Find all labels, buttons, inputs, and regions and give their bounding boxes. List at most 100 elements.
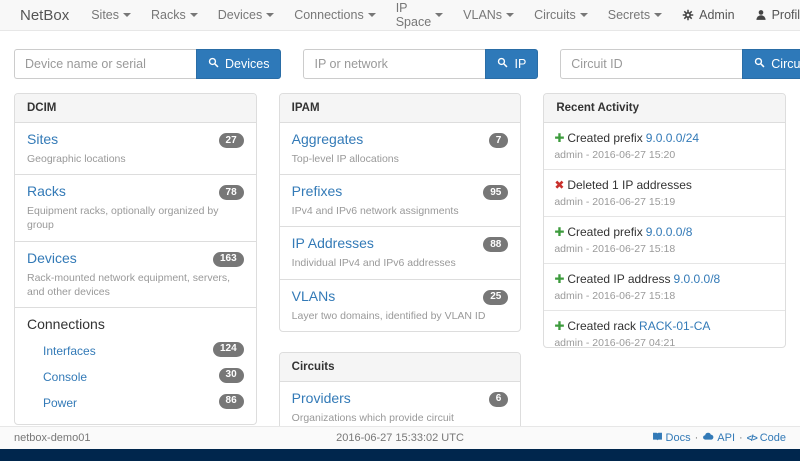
activity-action: Created rack bbox=[567, 319, 636, 333]
plus-icon: ✚ bbox=[554, 131, 567, 145]
top-navbar: NetBox Sites Racks Devices Connections I… bbox=[0, 0, 800, 31]
nav-item-vlans[interactable]: VLANs bbox=[453, 0, 524, 30]
docs-link[interactable]: Docs bbox=[652, 431, 691, 445]
prefixes-link[interactable]: Prefixes bbox=[292, 183, 343, 199]
nav-item-devices[interactable]: Devices bbox=[208, 0, 284, 30]
plus-icon: ✚ bbox=[554, 225, 567, 239]
nav-item-label: Connections bbox=[294, 8, 364, 22]
code-link[interactable]: </> Code bbox=[747, 432, 786, 444]
activity-object-link[interactable]: RACK-01-CA bbox=[639, 319, 710, 333]
nav-user-menu: Admin Profile Log out bbox=[672, 0, 800, 30]
api-label: API bbox=[717, 432, 735, 444]
column-middle: IPAM 7 Aggregates Top-level IP allocatio… bbox=[279, 93, 522, 461]
count-badge: 163 bbox=[213, 252, 244, 267]
device-search-group: Devices bbox=[14, 49, 281, 79]
panel-title: Circuits bbox=[280, 353, 521, 382]
circuit-search-input[interactable] bbox=[560, 49, 742, 79]
device-search-input[interactable] bbox=[14, 49, 196, 79]
vlans-link[interactable]: VLANs bbox=[292, 288, 336, 304]
devices-link[interactable]: Devices bbox=[27, 250, 77, 266]
activity-action: Created prefix bbox=[567, 131, 642, 145]
recent-activity-panel: Recent Activity ✚Created prefix9.0.0.0/2… bbox=[543, 93, 786, 348]
list-item[interactable]: 27 Sites Geographic locations bbox=[15, 123, 256, 175]
activity-item: ✖Deleted 1 IP addresses admin - 2016-06-… bbox=[544, 170, 785, 217]
delete-icon: ✖ bbox=[554, 178, 567, 192]
footer-links: Docs · API · </> Code bbox=[652, 431, 786, 445]
connections-label: Connections bbox=[27, 316, 244, 332]
admin-link[interactable]: Admin bbox=[672, 0, 744, 30]
ip-search-input[interactable] bbox=[303, 49, 485, 79]
api-link[interactable]: API bbox=[702, 431, 735, 445]
count-badge: 25 bbox=[483, 290, 508, 305]
ip-addresses-link[interactable]: IP Addresses bbox=[292, 235, 374, 251]
connections-sub-item: 86 Power bbox=[27, 390, 244, 416]
user-icon bbox=[755, 9, 767, 21]
chevron-down-icon bbox=[580, 13, 588, 17]
chevron-down-icon bbox=[368, 13, 376, 17]
item-description: Layer two domains, identified by VLAN ID bbox=[292, 309, 509, 323]
nav-item-secrets[interactable]: Secrets bbox=[598, 0, 672, 30]
list-item[interactable]: 25 VLANs Layer two domains, identified b… bbox=[280, 280, 521, 331]
circuit-search-button[interactable]: Circuits bbox=[742, 49, 800, 79]
activity-list[interactable]: ✚Created prefix9.0.0.0/24 admin - 2016-0… bbox=[544, 123, 785, 347]
search-icon bbox=[497, 57, 508, 71]
cloud-icon bbox=[702, 431, 714, 445]
nav-item-label: VLANs bbox=[463, 8, 502, 22]
nav-item-ip-space[interactable]: IP Space bbox=[386, 0, 453, 30]
list-item[interactable]: 78 Racks Equipment racks, optionally org… bbox=[15, 175, 256, 241]
count-badge: 7 bbox=[489, 133, 509, 148]
count-badge: 88 bbox=[483, 237, 508, 252]
nav-item-circuits[interactable]: Circuits bbox=[524, 0, 598, 30]
nav-item-label: IP Space bbox=[396, 1, 431, 29]
power-link[interactable]: Power bbox=[43, 396, 77, 410]
brand-logo[interactable]: NetBox bbox=[8, 0, 81, 30]
search-icon bbox=[754, 57, 765, 71]
admin-label: Admin bbox=[699, 8, 734, 22]
interfaces-link[interactable]: Interfaces bbox=[43, 344, 96, 358]
book-icon bbox=[652, 431, 663, 445]
footer: netbox-demo01 2016-06-27 15:33:02 UTC Do… bbox=[0, 426, 800, 449]
item-description: Equipment racks, optionally organized by… bbox=[27, 204, 244, 232]
list-item[interactable]: 163 Devices Rack-mounted network equipme… bbox=[15, 242, 256, 308]
list-item[interactable]: 7 Aggregates Top-level IP allocations bbox=[280, 123, 521, 175]
nav-menu: Sites Racks Devices Connections IP Space… bbox=[81, 0, 672, 30]
nav-item-connections[interactable]: Connections bbox=[284, 0, 386, 30]
device-search-button[interactable]: Devices bbox=[196, 49, 281, 79]
bottom-brand-strip bbox=[0, 449, 800, 461]
aggregates-link[interactable]: Aggregates bbox=[292, 131, 364, 147]
providers-link[interactable]: Providers bbox=[292, 390, 351, 406]
profile-link[interactable]: Profile bbox=[745, 0, 800, 30]
activity-item: ✚Created IP address9.0.0.0/8 admin - 201… bbox=[544, 264, 785, 311]
nav-item-sites[interactable]: Sites bbox=[81, 0, 141, 30]
activity-object-link[interactable]: 9.0.0.0/8 bbox=[674, 272, 721, 286]
console-link[interactable]: Console bbox=[43, 370, 87, 384]
nav-item-racks[interactable]: Racks bbox=[141, 0, 208, 30]
count-badge: 27 bbox=[219, 133, 244, 148]
item-description: Geographic locations bbox=[27, 152, 244, 166]
count-badge: 30 bbox=[219, 368, 244, 383]
connections-sub-item: 124 Interfaces bbox=[27, 338, 244, 364]
nav-item-label: Secrets bbox=[608, 8, 650, 22]
ip-search-group: IP bbox=[303, 49, 538, 79]
item-description: IPv4 and IPv6 network assignments bbox=[292, 204, 509, 218]
item-description: Top-level IP allocations bbox=[292, 152, 509, 166]
count-badge: 95 bbox=[483, 185, 508, 200]
activity-object-link[interactable]: 9.0.0.0/24 bbox=[646, 131, 699, 145]
activity-object-link[interactable]: 9.0.0.0/8 bbox=[646, 225, 693, 239]
list-item[interactable]: 88 IP Addresses Individual IPv4 and IPv6… bbox=[280, 227, 521, 279]
plus-icon: ✚ bbox=[554, 272, 567, 286]
profile-label: Profile bbox=[772, 8, 800, 22]
count-badge: 124 bbox=[213, 342, 244, 357]
list-item[interactable]: 95 Prefixes IPv4 and IPv6 network assign… bbox=[280, 175, 521, 227]
sites-link[interactable]: Sites bbox=[27, 131, 58, 147]
nav-item-label: Racks bbox=[151, 8, 186, 22]
chevron-down-icon bbox=[435, 13, 443, 17]
racks-link[interactable]: Racks bbox=[27, 183, 66, 199]
activity-action: Created prefix bbox=[567, 225, 642, 239]
count-badge: 6 bbox=[489, 392, 509, 407]
activity-action: Created IP address bbox=[567, 272, 670, 286]
ip-search-button[interactable]: IP bbox=[485, 49, 538, 79]
item-description: Rack-mounted network equipment, servers,… bbox=[27, 271, 244, 299]
chevron-down-icon bbox=[190, 13, 198, 17]
item-description: Individual IPv4 and IPv6 addresses bbox=[292, 256, 509, 270]
